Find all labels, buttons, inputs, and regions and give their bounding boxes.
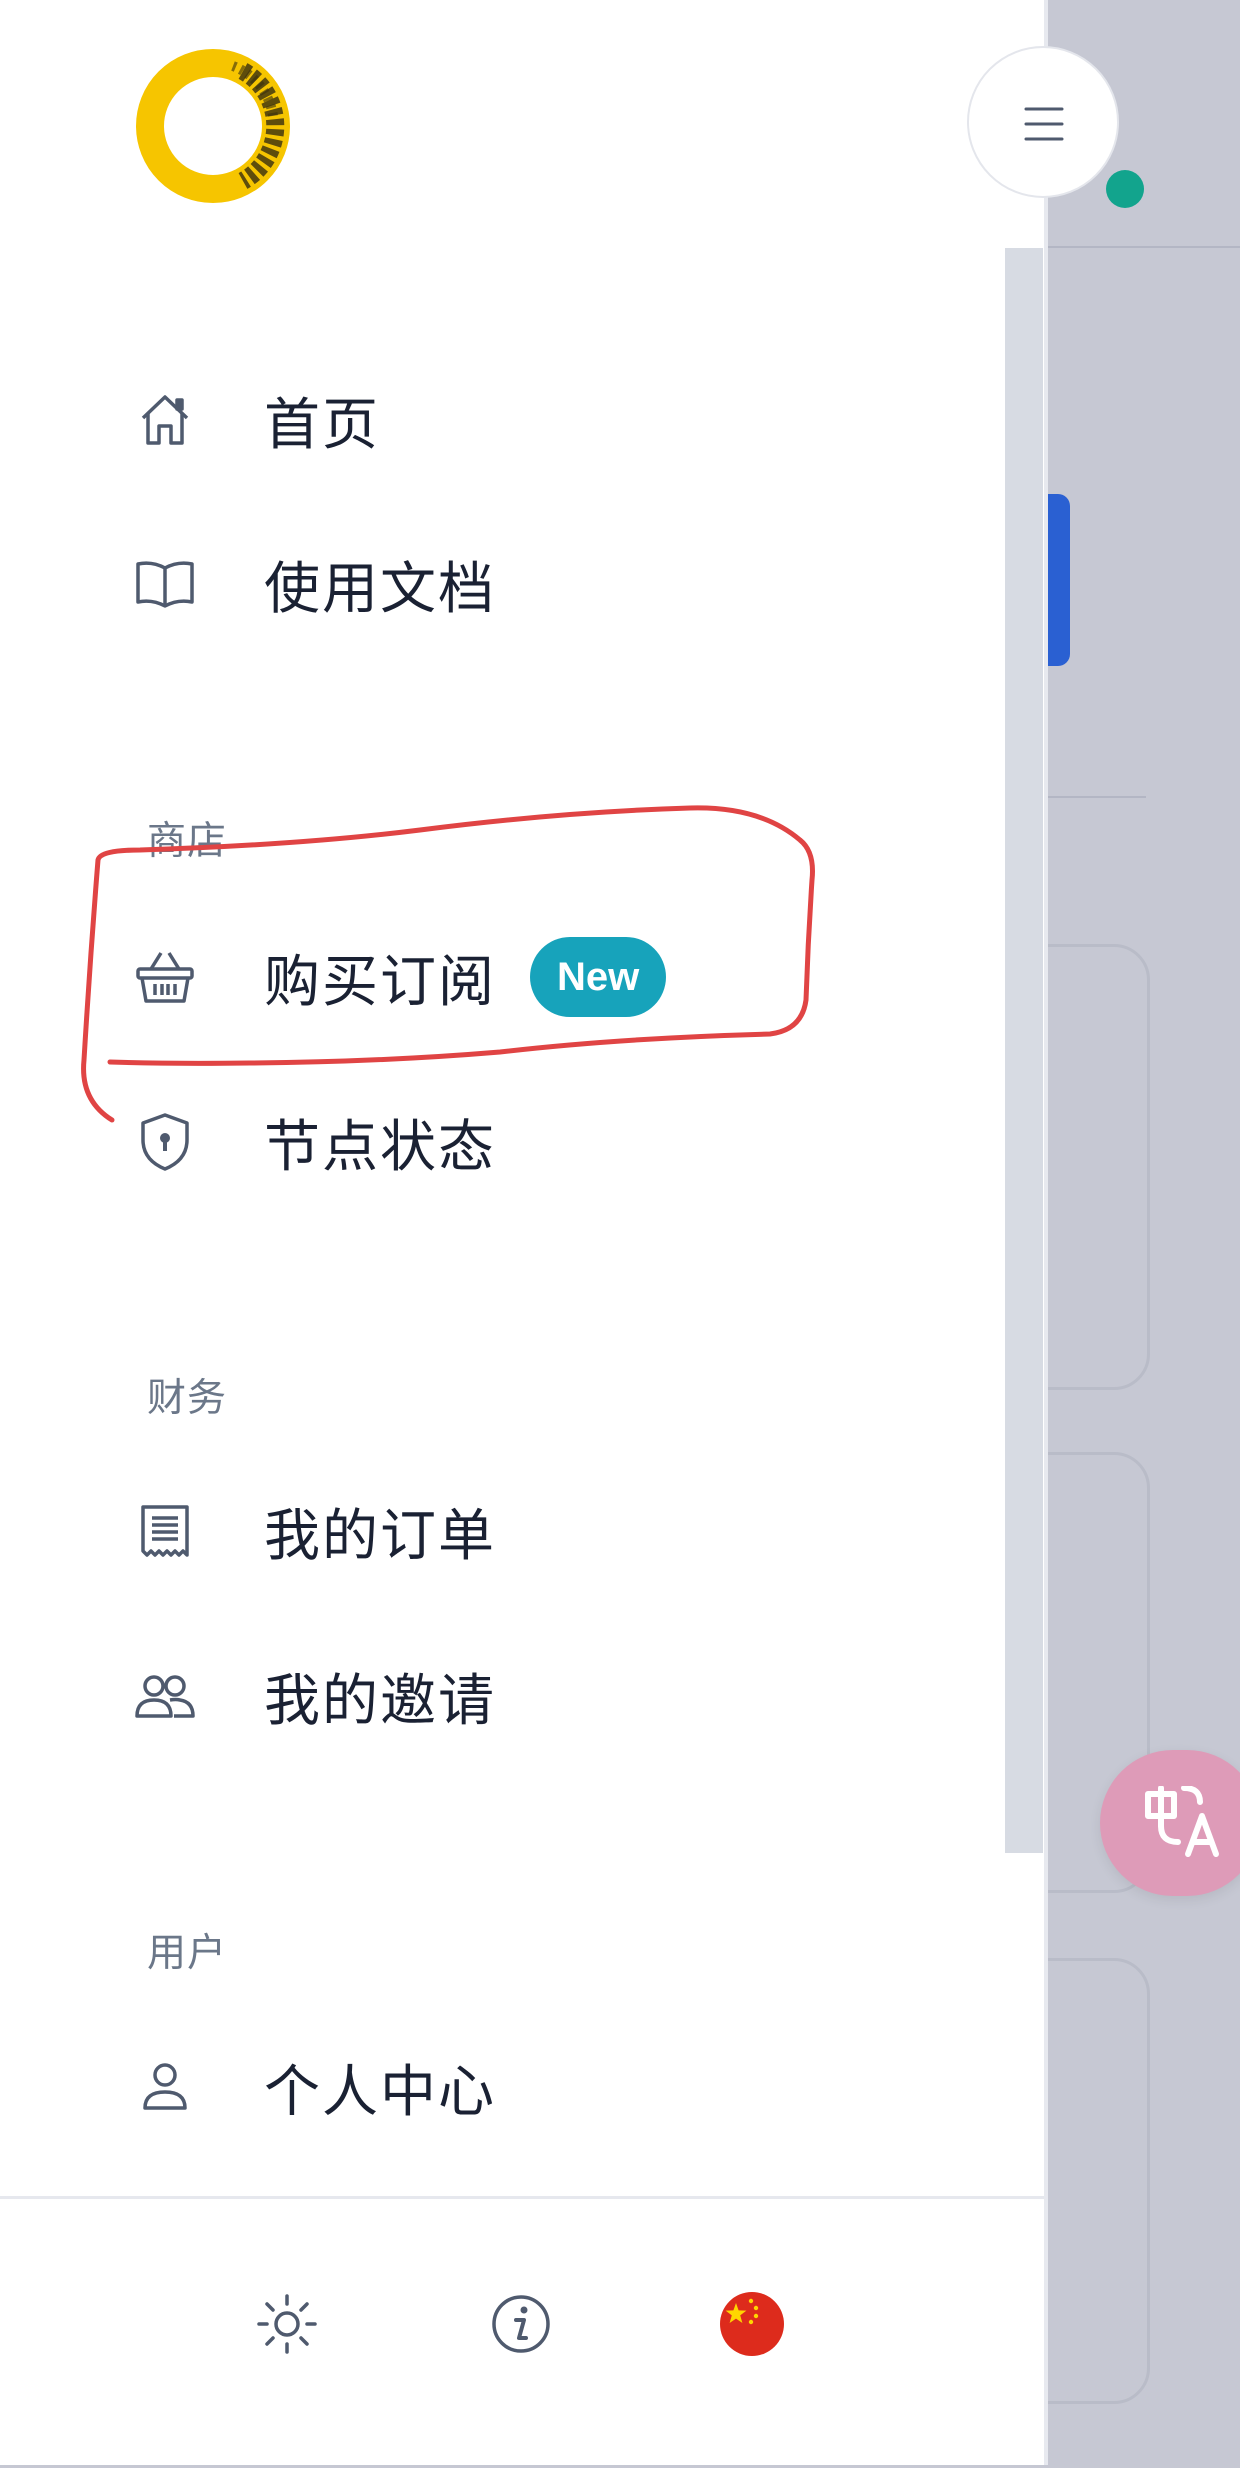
translate-button[interactable] [1100,1750,1240,1896]
section-title-store: 商店 [147,819,228,864]
info-button[interactable] [485,2288,557,2360]
background-accent-tab [1046,494,1070,666]
sun-icon [257,2294,317,2354]
nav-item-my-invites[interactable]: 我的邀请 [130,1636,950,1756]
section-title-finance: 财务 [147,1376,228,1421]
china-flag-icon [720,2292,784,2356]
nav-item-node-status[interactable]: 节点状态 [130,1082,950,1202]
hamburger-icon [1024,107,1064,141]
online-status-dot [1106,170,1144,208]
nav-label: 个人中心 [264,2059,496,2125]
drawer-edge [1044,0,1048,2465]
nav-item-profile[interactable]: 个人中心 [130,2027,950,2147]
navigation-drawer: 首页 使用文档 商店 购买订阅 New 节点状态 财务 我的订单 我的邀请 用户… [0,0,1046,2465]
new-badge: New [530,937,667,1017]
menu-toggle-button[interactable] [967,46,1119,198]
translate-icon [1145,1786,1219,1857]
users-icon [130,1661,200,1731]
nav-label: 使用文档 [264,556,496,622]
home-icon [130,385,200,455]
user-icon [130,2052,200,2122]
drawer-footer [0,2196,1046,2468]
background-divider [1046,796,1146,798]
nav-label: 节点状态 [264,1114,496,1180]
receipt-icon [130,1496,200,1566]
language-button[interactable] [716,2288,788,2360]
nav-label: 购买订阅 [264,949,496,1015]
nav-item-my-orders[interactable]: 我的订单 [130,1471,950,1591]
book-icon [130,549,200,619]
shield-icon [130,1107,200,1177]
theme-toggle-button[interactable] [251,2288,323,2360]
nav-item-buy-subscription[interactable]: 购买订阅 New [130,917,950,1037]
nav-item-home[interactable]: 首页 [130,360,950,480]
section-title-user: 用户 [147,1931,228,1976]
drawer-scrollbar[interactable] [1005,248,1043,1853]
nav-label: 我的订单 [264,1503,496,1569]
nav-label: 我的邀请 [264,1668,496,1734]
info-icon [492,2295,550,2353]
nav-label: 首页 [264,392,380,458]
basket-icon [130,942,200,1012]
nav-item-docs[interactable]: 使用文档 [130,524,950,644]
brand-logo [136,49,290,203]
